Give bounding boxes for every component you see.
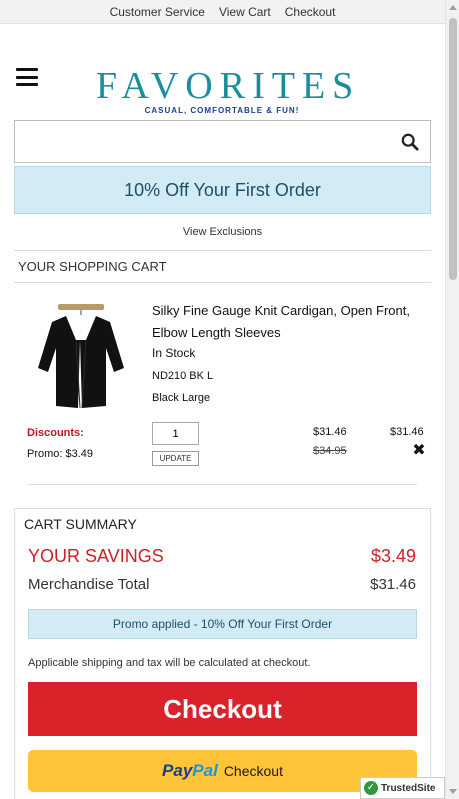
paypal-logo: PayPal [162,761,218,781]
divider [14,282,431,283]
promo-applied-notice: Promo applied - 10% Off Your First Order [28,609,417,639]
checkout-button[interactable]: Checkout [28,682,417,736]
promo-discount: Promo: $3.49 [27,448,94,460]
quantity-input[interactable] [152,422,199,445]
search-box [14,120,431,163]
search-icon[interactable] [401,133,419,151]
trustedsite-badge[interactable]: ✓ TrustedSite [360,777,445,799]
logo-tagline: CASUAL, COMFORTABLE & FUN! [144,106,300,115]
hamburger-menu-icon[interactable] [16,68,38,86]
paypal-checkout-label: Checkout [223,763,283,779]
promo-banner[interactable]: 10% Off Your First Order [14,166,431,214]
unit-price: $31.46 [313,426,347,438]
checkout-link[interactable]: Checkout [285,5,336,19]
divider [14,250,431,251]
trustedsite-label: TrustedSite [381,782,436,794]
stock-status: In Stock [152,346,196,360]
view-exclusions-link[interactable]: View Exclusions [0,226,445,238]
divider [27,484,417,485]
product-variant: Black Large [152,392,211,404]
cart-title: YOUR SHOPPING CART [18,259,167,274]
scroll-up-arrow-icon[interactable] [449,5,457,10]
scroll-down-arrow-icon[interactable] [449,789,457,794]
search-input[interactable] [15,121,385,162]
line-total: $31.46 [390,426,424,438]
customer-service-link[interactable]: Customer Service [110,5,205,19]
savings-value: $3.49 [370,546,416,566]
top-nav: Customer Service View Cart Checkout [0,0,445,24]
product-name[interactable]: Silky Fine Gauge Knit Cardigan, Open Fro… [152,300,424,344]
product-image[interactable] [30,300,130,415]
paypal-logo-pal: Pal [192,761,218,780]
discounts-label: Discounts: [27,427,84,439]
scrollbar-thumb[interactable] [449,18,457,280]
original-price: $34.95 [313,445,347,457]
logo-wordmark: FAVORITES [96,65,361,107]
vertical-scrollbar[interactable] [445,0,459,799]
brand-logo[interactable]: FAVORITES CASUAL, COMFORTABLE & FUN! [96,65,361,115]
cart-summary: CART SUMMARY YOUR SAVINGS $3.49 Merchand… [14,508,431,799]
paypal-checkout-button[interactable]: PayPal Checkout [28,750,417,792]
paypal-logo-pay: Pay [162,761,193,780]
merchandise-total-value: $31.46 [370,576,416,593]
shipping-note: Applicable shipping and tax will be calc… [28,657,311,669]
page: Customer Service View Cart Checkout FAVO… [0,0,445,799]
view-cart-link[interactable]: View Cart [219,5,271,19]
close-icon[interactable]: ✖ [411,443,427,459]
merchandise-total-label: Merchandise Total [28,576,150,593]
checkmark-icon: ✓ [364,781,378,795]
savings-label: YOUR SAVINGS [28,546,164,566]
product-sku: ND210 BK L [152,370,214,382]
update-button[interactable]: UPDATE [152,451,199,466]
header: FAVORITES CASUAL, COMFORTABLE & FUN! [0,24,445,115]
summary-title: CART SUMMARY [24,516,137,532]
